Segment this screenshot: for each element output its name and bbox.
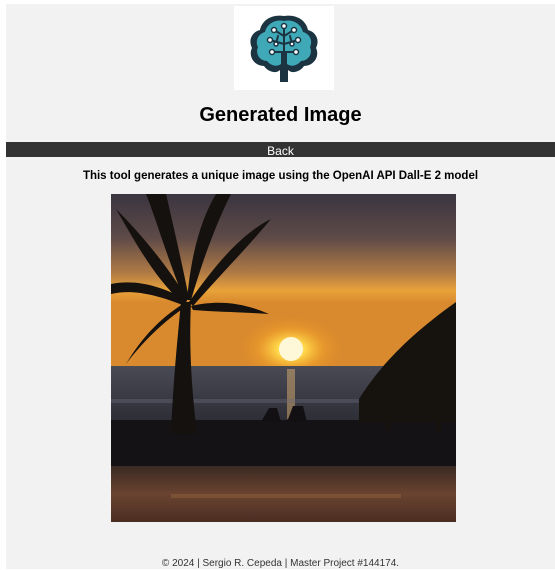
generated-image xyxy=(111,194,456,522)
logo xyxy=(234,6,334,90)
tool-description: This tool generates a unique image using… xyxy=(82,170,479,182)
sunset-beach-palm-icon xyxy=(111,194,456,522)
footer: © 2024 | Sergio R. Cepeda | Master Proje… xyxy=(161,558,400,569)
nav-bar: Back xyxy=(6,142,555,158)
page-title: Generated Image xyxy=(199,104,362,126)
back-link[interactable]: Back xyxy=(267,144,294,158)
brain-circuit-tree-icon xyxy=(250,15,318,82)
page-container: Generated Image Back This tool generates… xyxy=(6,4,555,569)
